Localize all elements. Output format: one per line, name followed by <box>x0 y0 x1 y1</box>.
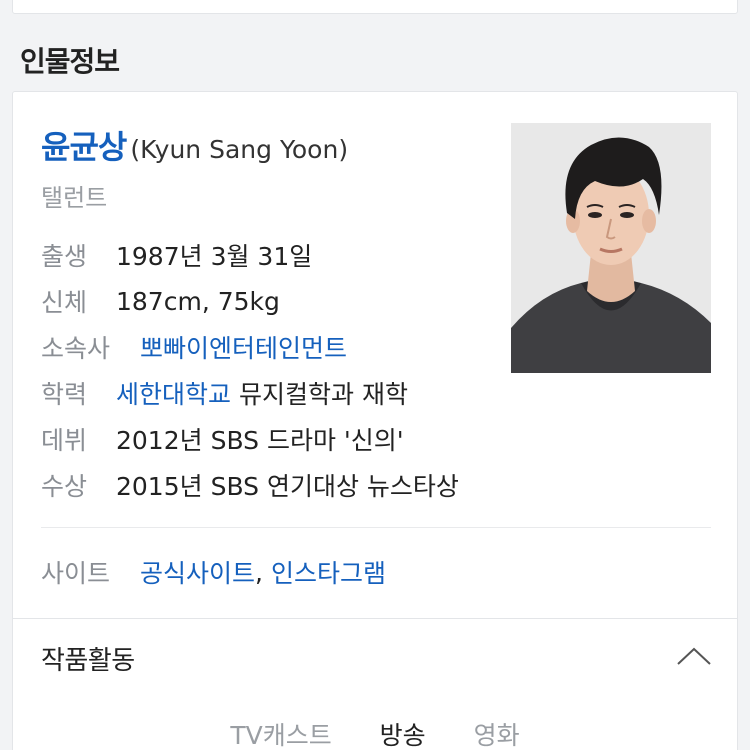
site-label: 사이트 <box>41 559 111 588</box>
education-label: 학력 <box>41 380 88 409</box>
award-value: 2015년 SBS 연기대상 뉴스타상 <box>116 472 459 501</box>
debut-value: 2012년 SBS 드라마 '신의' <box>116 426 404 455</box>
section-title: 인물정보 <box>20 45 120 78</box>
award-label: 수상 <box>41 472 88 501</box>
tab-movie[interactable]: 영화 <box>474 716 520 750</box>
official-site-link[interactable]: 공식사이트 <box>140 554 255 590</box>
person-info-card: 윤균상 (Kyun Sang Yoon) 탤런트 출생 1987년 3월 31일… <box>12 91 738 750</box>
person-name[interactable]: 윤균상 <box>41 128 127 166</box>
info-row-award: 수상 2015년 SBS 연기대상 뉴스타상 <box>41 462 459 508</box>
info-row-agency: 소속사 뽀빠이엔터테인먼트 <box>41 324 459 370</box>
portrait-image <box>511 123 711 373</box>
tab-broadcast[interactable]: 방송 <box>380 716 426 750</box>
tab-tvcast[interactable]: TV캐스트 <box>230 716 331 750</box>
works-divider <box>13 618 737 619</box>
agency-label: 소속사 <box>41 334 111 363</box>
chevron-up-icon[interactable] <box>675 644 713 668</box>
info-row-site: 사이트 공식사이트, 인스타그램 <box>41 552 386 592</box>
birth-value: 1987년 3월 31일 <box>116 242 313 271</box>
works-tabs: TV캐스트 방송 영화 <box>13 716 737 750</box>
name-row: 윤균상 (Kyun Sang Yoon) <box>41 122 348 168</box>
info-divider <box>41 527 711 528</box>
birth-label: 출생 <box>41 242 88 271</box>
previous-card <box>12 0 738 14</box>
profile-photo[interactable] <box>511 123 711 373</box>
person-name-english: (Kyun Sang Yoon) <box>130 135 349 164</box>
school-link[interactable]: 세한대학교 <box>116 375 231 411</box>
info-list: 출생 1987년 3월 31일 신체 187cm, 75kg 소속사 뽀빠이엔터… <box>41 232 459 508</box>
info-row-body: 신체 187cm, 75kg <box>41 278 459 324</box>
debut-label: 데뷔 <box>41 426 88 455</box>
body-value: 187cm, 75kg <box>116 286 280 316</box>
info-row-education: 학력 세한대학교 뮤지컬학과 재학 <box>41 370 459 416</box>
info-row-debut: 데뷔 2012년 SBS 드라마 '신의' <box>41 416 459 462</box>
works-title[interactable]: 작품활동 <box>41 640 135 677</box>
agency-link[interactable]: 뽀빠이엔터테인먼트 <box>140 329 347 365</box>
education-detail: 뮤지컬학과 재학 <box>239 380 408 409</box>
occupation: 탤런트 <box>41 184 108 212</box>
site-separator: , <box>255 557 263 587</box>
instagram-link[interactable]: 인스타그램 <box>271 554 386 590</box>
info-row-birth: 출생 1987년 3월 31일 <box>41 232 459 278</box>
body-label: 신체 <box>41 288 88 317</box>
